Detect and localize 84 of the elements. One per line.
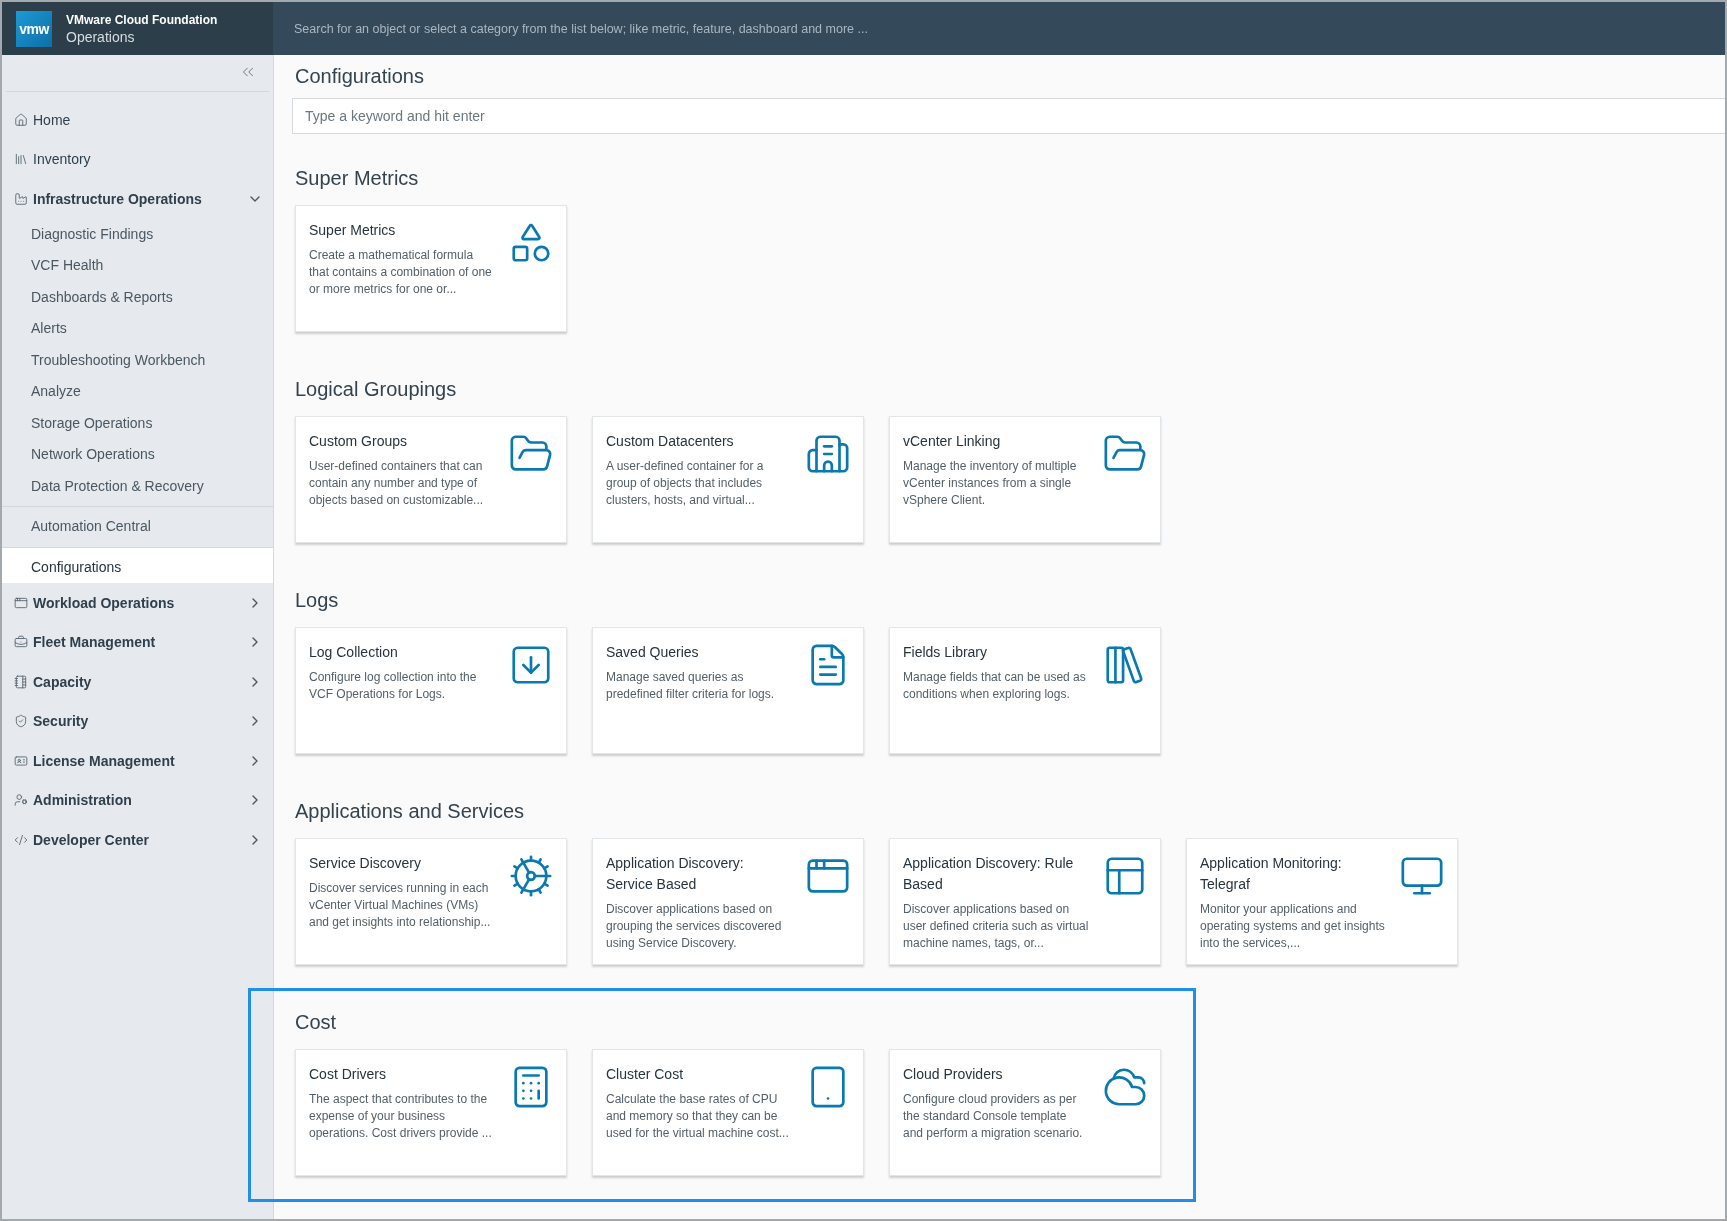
section-title: Logs (295, 588, 340, 613)
card-description: Discover applications based on user defined criteria such as virtual machine names, tags, or... (903, 901, 1089, 952)
nav-group[interactable]: Developer Center (14, 831, 149, 848)
section-title: Cost (295, 1010, 338, 1035)
config-card[interactable]: Cluster Cost Calculate the base rates of CPU and memory so that they can be used for the virtual machine cost... (592, 1049, 864, 1176)
section-title: Logical Groupings (295, 377, 458, 402)
card-description: A user-defined container for a group of objects that includes clusters, hosts, and virtual... (606, 458, 765, 509)
card-title: Log Collection (309, 643, 399, 662)
nav-sub-item[interactable]: Alerts (2, 313, 273, 345)
card-title: Fields Library (903, 643, 989, 662)
page-title: Configurations (295, 65, 425, 88)
config-card[interactable]: Cloud Providers Configure cloud providers as per the standard Console template and perform a migration scenario. (889, 1049, 1161, 1176)
card-title: Saved Queries (606, 643, 700, 662)
card-description: Manage saved queries as predefined filter criteria for logs. (606, 669, 776, 703)
card-description: The aspect that contributes to the expense of your business operations. Cost drivers provide ... (309, 1091, 493, 1142)
nav-group[interactable]: Infrastructure Operations (14, 190, 202, 207)
shield-icon (14, 714, 28, 729)
config-card[interactable]: Application Monitoring: Telegraf Monitor your applications and operating systems and get insights into the services,... (1186, 838, 1458, 965)
nav-sub-item[interactable]: Data Protection & Recovery (2, 470, 273, 502)
product-name: VMware Cloud Foundation (66, 12, 218, 27)
card-description: Calculate the base rates of CPU and memory so that they can be used for the virtual machine cost... (606, 1091, 790, 1142)
nav-sub-item[interactable]: Diagnostic Findings (2, 218, 273, 250)
card-description: Manage the inventory of multiple vCenter instances from a single vSphere Client. (903, 458, 1078, 509)
card-title: Cloud Providers (903, 1065, 1004, 1084)
card-description: Configure cloud providers as per the standard Console template and perform a migration scenario. (903, 1091, 1084, 1142)
card-title: Custom Groups (309, 432, 409, 451)
config-card[interactable]: Application Discovery: Rule Based Discover applications based on user defined criteria such as virtual machine names, tags, or... (889, 838, 1161, 965)
config-card[interactable]: Fields Library Manage fields that can be used as conditions when exploring logs. (889, 627, 1161, 754)
id-card-icon (14, 753, 28, 768)
window-icon (14, 595, 28, 610)
user-gear-icon (14, 793, 28, 808)
card-title: vCenter Linking (903, 432, 1002, 451)
nav-group[interactable]: Workload Operations (14, 594, 175, 611)
config-card[interactable]: Super Metrics Create a mathematical formula that contains a combination of one or more metrics for one or... (295, 205, 567, 332)
config-card[interactable]: Custom Groups User-defined containers that can contain any number and type of objects based on customizable... (295, 416, 567, 543)
config-card[interactable]: Custom Datacenters A user-defined container for a group of objects that includes clusters, hosts, and virtual... (592, 416, 864, 543)
nav-group[interactable]: Security (14, 713, 89, 730)
card-title: Custom Datacenters (606, 432, 735, 451)
card-title: Application Discovery: Service Based (606, 854, 745, 894)
card-description: Monitor your applications and operating systems and get insights into the services,... (1200, 901, 1386, 952)
briefcase-icon (14, 635, 28, 650)
nav-link[interactable]: Inventory (14, 151, 91, 168)
nav-sub-item[interactable]: Automation Central (2, 506, 273, 543)
search-field[interactable]: Search for an object or select a category from the list below; like metric, feature, dashboard and more ... (273, 2, 1725, 55)
card-description: User-defined containers that can contain any number and type of objects based on customizable... (309, 458, 485, 509)
card-description: Discover services running in each vCenter Virtual Machines (VMs) and get insights into relationship... (309, 880, 492, 931)
nav-sub-item[interactable]: Dashboards & Reports (2, 281, 273, 313)
card-title: Application Monitoring: Telegraf (1200, 854, 1343, 894)
card-description: Manage fields that can be used as conditions when exploring logs. (903, 669, 1087, 703)
card-title: Service Discovery (309, 854, 423, 873)
config-card[interactable]: Saved Queries Manage saved queries as predefined filter criteria for logs. (592, 627, 864, 754)
card-description: Discover applications based on grouping the services discovered using Service Discovery. (606, 901, 783, 952)
card-title: Cluster Cost (606, 1065, 685, 1084)
section-title: Applications and Services (295, 799, 525, 824)
gear-icon (508, 853, 554, 899)
factory-icon (14, 191, 28, 206)
code-icon (14, 832, 28, 847)
nav-group[interactable]: Capacity (14, 673, 92, 690)
home-icon (14, 112, 28, 127)
config-card[interactable]: Application Discovery: Service Based Discover applications based on grouping the services discovered using Service Discovery. (592, 838, 864, 965)
nav-link[interactable]: Home (14, 111, 71, 128)
nav-sub-item[interactable]: Storage Operations (2, 407, 273, 439)
nav-sub-item[interactable]: Analyze (2, 376, 273, 408)
nav-group[interactable]: Administration (14, 792, 132, 809)
notebook-icon (14, 674, 28, 689)
logo: vmw (16, 10, 52, 47)
nav-sub-item[interactable]: Network Operations (2, 439, 273, 471)
nav-sub-item[interactable]: Configurations (2, 546, 273, 583)
config-card[interactable]: Log Collection Configure log collection into the VCF Operations for Logs. (295, 627, 567, 754)
card-title: Super Metrics (309, 221, 397, 240)
card-title: Application Discovery: Rule Based (903, 854, 1075, 894)
nav-group[interactable]: License Management (14, 752, 175, 769)
section-title: Super Metrics (295, 166, 420, 191)
nav-group[interactable]: Fleet Management (14, 634, 156, 651)
nav-sub-item[interactable]: Troubleshooting Workbench (2, 344, 273, 376)
card-title: Cost Drivers (309, 1065, 387, 1084)
keyword-field[interactable]: Type a keyword and hit enter (292, 98, 1725, 134)
product-subtitle: Operations (66, 28, 136, 45)
config-card[interactable]: vCenter Linking Manage the inventory of multiple vCenter instances from a single vSphere Client. (889, 416, 1161, 543)
config-card[interactable]: Cost Drivers The aspect that contributes to the expense of your business operations. Cost drivers provide ... (295, 1049, 567, 1176)
config-card[interactable]: Service Discovery Discover services running in each vCenter Virtual Machines (VMs) and get insights into relationship... (295, 838, 567, 965)
card-description: Create a mathematical formula that contains a combination of one or more metrics for one or... (309, 247, 493, 298)
nav-sub-item[interactable]: VCF Health (2, 250, 273, 282)
card-description: Configure log collection into the VCF Operations for Logs. (309, 669, 478, 703)
